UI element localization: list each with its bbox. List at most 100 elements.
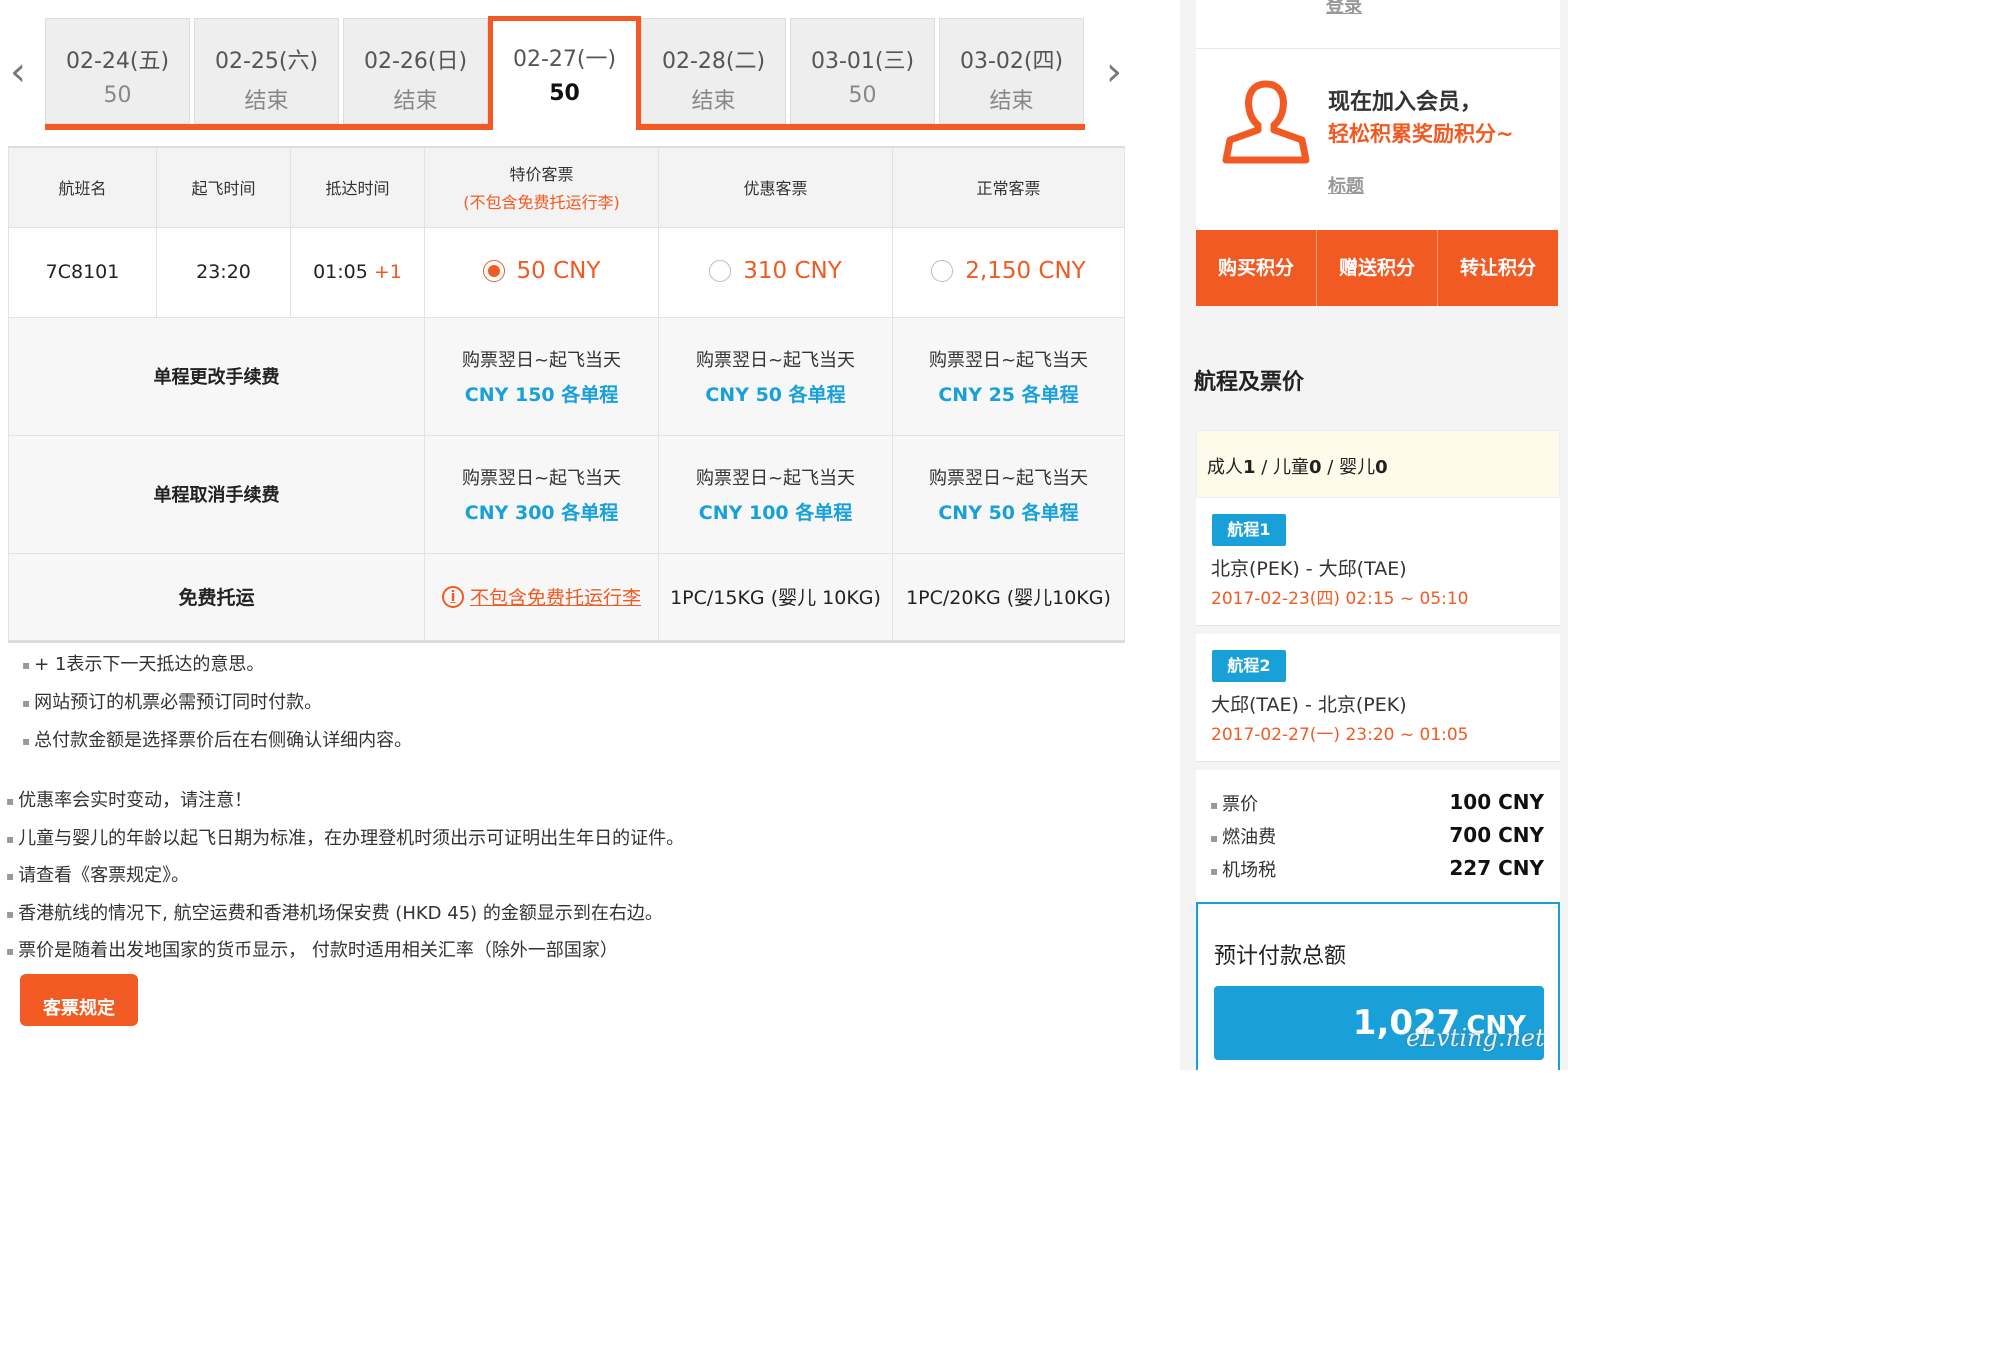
fare-option-normal[interactable]: 2,150 CNY [931, 257, 1086, 284]
price-value: 227 CNY [1449, 856, 1544, 880]
date-tab-price: 结束 [393, 89, 438, 114]
date-tab-price: 50 [549, 81, 580, 106]
join-subheading: 轻松积累奖励积分~ [1328, 122, 1514, 146]
adult-count: 1 [1243, 457, 1256, 478]
total-label: 预计付款总额 [1214, 944, 1347, 969]
note-item: 儿童与婴儿的年龄以起飞日期为标准，在办理登机时须出示可证明出生年日的证件。 [6, 826, 684, 864]
page: ‹ 02-24(五) 50 02-25(六) 结束 02-26(日) 结束 02… [0, 0, 1568, 1070]
flight-row: 7C8101 23:20 01:05 +1 50 CNY 310 CNY 2,1… [8, 226, 1125, 318]
fare-option-special[interactable]: 50 CNY [482, 257, 601, 284]
note-item: 票价是随着出发地国家的货币显示， 付款时适用相关汇率（除外一部国家） [6, 938, 684, 976]
fee-period: 购票翌日~起飞当天 [461, 467, 622, 489]
fee-cell: 购票翌日~起飞当天 CNY 50 各单程 [658, 316, 893, 436]
radio-icon[interactable] [482, 259, 505, 282]
depart-time: 23:20 [156, 226, 291, 318]
fee-period: 购票翌日~起飞当天 [695, 349, 856, 371]
note-item: + 1表示下一天抵达的意思。 [22, 652, 412, 690]
leg-route: 北京(PEK) - 大邱(TAE) [1211, 558, 1407, 580]
fee-cell: 购票翌日~起飞当天 CNY 25 各单程 [892, 316, 1125, 436]
fee-cell: 购票翌日~起飞当天 CNY 50 各单程 [892, 434, 1125, 554]
radio-icon[interactable] [709, 259, 732, 282]
no-baggage-link[interactable]: i 不包含免费托运行李 [441, 583, 641, 610]
fare-rules-button[interactable]: 客票规定 [20, 974, 138, 1026]
date-tab[interactable]: 02-25(六) 结束 [194, 18, 339, 124]
next-day-marker: +1 [373, 261, 402, 283]
arrive-time-cell: 01:05 +1 [290, 226, 425, 318]
join-heading: 现在加入会员， [1328, 90, 1483, 115]
login-link[interactable]: 登录 [1326, 0, 1362, 18]
date-tab-active[interactable]: 02-27(一) 50 [488, 16, 641, 130]
price-row: 燃油费 700 CNY [1196, 823, 1560, 856]
fee-amount: CNY 150 各单程 [464, 383, 619, 406]
fee-amount: CNY 300 各单程 [464, 501, 619, 524]
baggage-cell-discount: 1PC/15KG (婴儿 10KG) [658, 552, 893, 643]
fee-amount: CNY 100 各单程 [698, 501, 853, 524]
price-label: 票价 [1210, 790, 1258, 823]
fare-cell-normal: 2,150 CNY [892, 226, 1125, 318]
header-special-label: 特价客票 [509, 165, 574, 185]
fare-price: 2,150 CNY [965, 257, 1086, 284]
buy-points-button[interactable]: 购买积分 [1196, 230, 1316, 306]
date-tab[interactable]: 02-28(二) 结束 [641, 18, 786, 124]
leg-badge: 航程1 [1212, 514, 1286, 546]
cancel-fee-row: 单程取消手续费 购票翌日~起飞当天 CNY 300 各单程 购票翌日~起飞当天 … [8, 434, 1125, 554]
chevron-left-icon[interactable]: ‹ [4, 52, 32, 92]
price-value: 100 CNY [1449, 790, 1544, 814]
date-tab[interactable]: 03-01(三) 50 [790, 18, 935, 124]
title-link[interactable]: 标题 [1328, 172, 1364, 198]
infant-label: 婴儿 [1339, 457, 1376, 478]
fare-cell-discount: 310 CNY [658, 226, 893, 318]
date-tab-price: 50 [103, 83, 132, 108]
divider [1196, 48, 1560, 49]
baggage-cell-special: i 不包含免费托运行李 [424, 552, 659, 643]
note-item: 总付款金额是选择票价后在右侧确认详细内容。 [22, 728, 412, 766]
gift-points-button[interactable]: 赠送积分 [1316, 230, 1437, 306]
transfer-points-button[interactable]: 转让积分 [1437, 230, 1558, 306]
table-notes: + 1表示下一天抵达的意思。 网站预订的机票必需预订同时付款。 总付款金额是选择… [22, 652, 412, 766]
date-tab-price: 结束 [691, 89, 736, 114]
date-tab-date: 02-28(二) [661, 49, 766, 74]
fare-cell-special: 50 CNY [424, 226, 659, 318]
fee-amount: CNY 25 各单程 [938, 383, 1079, 406]
fee-cell: 购票翌日~起飞当天 CNY 100 各单程 [658, 434, 893, 554]
fare-price: 310 CNY [743, 257, 842, 284]
date-tabs: 02-24(五) 50 02-25(六) 结束 02-26(日) 结束 02-2… [45, 16, 1085, 130]
fare-price: 50 CNY [516, 257, 601, 284]
date-selector: ‹ 02-24(五) 50 02-25(六) 结束 02-26(日) 结束 02… [0, 0, 1130, 132]
itinerary-leg: 航程2 大邱(TAE) - 北京(PEK) 2017-02-27(一) 23:2… [1196, 634, 1560, 762]
fee-period: 购票翌日~起飞当天 [461, 349, 622, 371]
date-tab[interactable]: 03-02(四) 结束 [939, 18, 1084, 124]
chevron-right-icon[interactable]: › [1100, 52, 1128, 92]
price-label: 机场税 [1210, 856, 1276, 889]
header-special-note: (不包含免费托运行李) [463, 193, 620, 213]
note-item: 请查看《客票规定》。 [6, 863, 684, 901]
price-row: 机场税 227 CNY [1196, 856, 1560, 889]
general-notes: 优惠率会实时变动，请注意！ 儿童与婴儿的年龄以起飞日期为标准，在办理登机时须出示… [6, 788, 684, 976]
leg-route: 大邱(TAE) - 北京(PEK) [1211, 694, 1407, 716]
header-discount-fare: 优惠客票 [658, 146, 893, 228]
price-row: 票价 100 CNY [1196, 790, 1560, 823]
date-tab-price: 结束 [244, 89, 289, 114]
header-normal-fare: 正常客票 [892, 146, 1125, 228]
note-item: 香港航线的情况下, 航空运费和香港机场保安费 (HKD 45) 的金额显示到在右… [6, 901, 684, 939]
fee-period: 购票翌日~起飞当天 [928, 467, 1089, 489]
fare-option-discount[interactable]: 310 CNY [709, 258, 842, 284]
fee-period: 购票翌日~起飞当天 [928, 349, 1089, 371]
leg-time: 2017-02-27(一) 23:20 ~ 01:05 [1211, 725, 1469, 745]
person-icon [1222, 80, 1310, 164]
date-tab-date: 02-25(六) [214, 49, 319, 74]
fee-amount: CNY 50 各单程 [705, 383, 846, 406]
no-baggage-text: 不包含免费托运行李 [469, 587, 641, 609]
header-depart: 起飞时间 [156, 146, 291, 228]
cancel-fee-label: 单程取消手续费 [8, 434, 425, 554]
price-value: 700 CNY [1449, 823, 1544, 847]
fee-cell: 购票翌日~起飞当天 CNY 300 各单程 [424, 434, 659, 554]
fee-cell: 购票翌日~起飞当天 CNY 150 各单程 [424, 316, 659, 436]
date-tab-date: 02-24(五) [65, 49, 170, 74]
arrive-time: 01:05 [313, 261, 368, 283]
radio-icon[interactable] [931, 259, 954, 282]
flight-number: 7C8101 [8, 226, 157, 318]
date-tab[interactable]: 02-24(五) 50 [45, 18, 190, 124]
passenger-summary: 成人1 / 儿童0 / 婴儿0 [1196, 430, 1560, 498]
date-tab[interactable]: 02-26(日) 结束 [343, 18, 488, 124]
